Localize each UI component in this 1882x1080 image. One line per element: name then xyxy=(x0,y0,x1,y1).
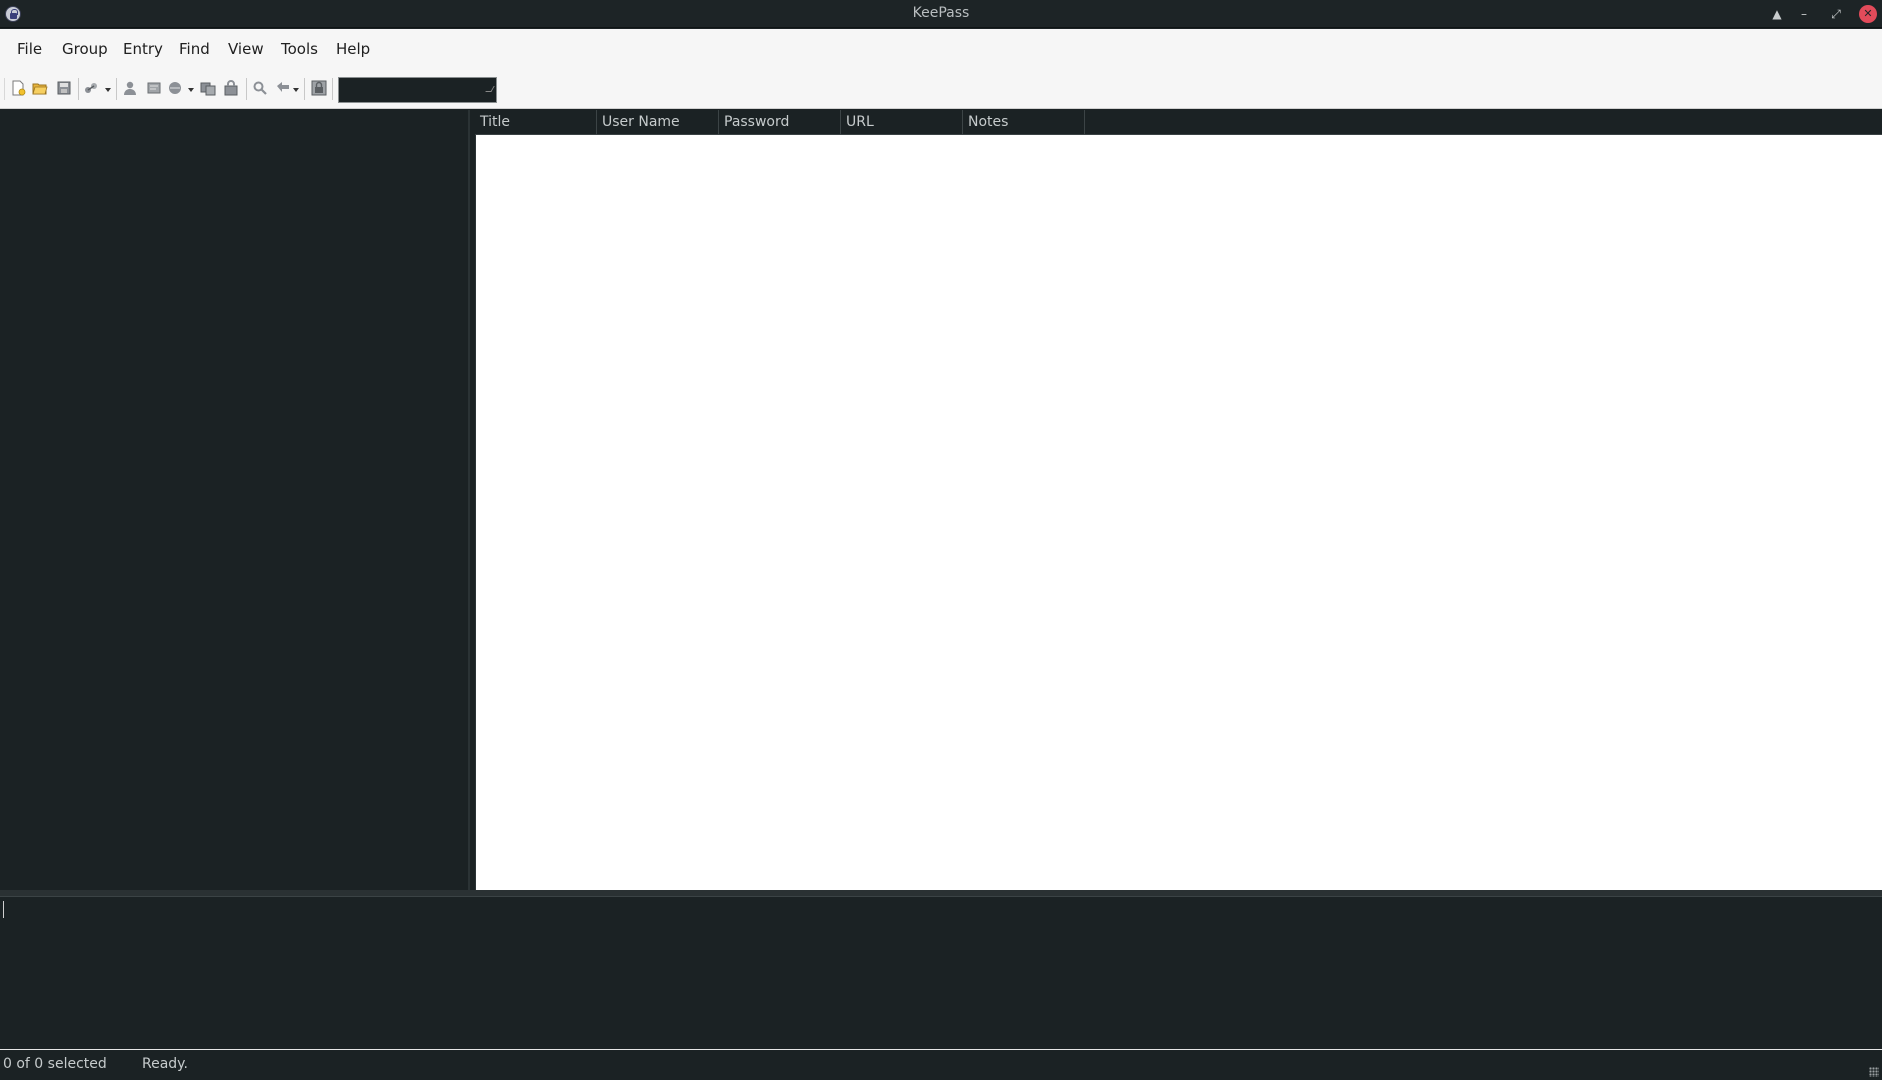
copy-password-icon[interactable] xyxy=(223,80,239,96)
status-message: Ready. xyxy=(142,1056,188,1072)
save-database-icon[interactable] xyxy=(56,80,72,96)
entry-details-panel[interactable] xyxy=(0,896,1882,1049)
window-title: KeePass xyxy=(912,5,970,21)
selection-status: 0 of 0 selected xyxy=(3,1056,107,1072)
minimize-icon[interactable]: – xyxy=(1795,5,1813,23)
column-notes[interactable]: Notes xyxy=(963,110,1085,135)
toolbar-separator xyxy=(304,78,305,100)
toolbar xyxy=(0,69,1882,109)
menu-find[interactable]: Find xyxy=(179,40,210,58)
toolbar-separator xyxy=(246,78,247,100)
lock-workspace-icon[interactable] xyxy=(311,80,327,96)
group-tree[interactable] xyxy=(0,110,470,890)
column-user-name[interactable]: User Name xyxy=(597,110,719,135)
entry-dropdown-icon[interactable] xyxy=(188,88,194,92)
find-icon[interactable] xyxy=(252,80,268,96)
column-title[interactable]: Title xyxy=(475,110,597,135)
title-bar: KeePass ▲ – ⤢ ✕ xyxy=(0,0,1882,28)
menu-file[interactable]: File xyxy=(17,40,42,58)
auto-type-dropdown-icon[interactable] xyxy=(293,88,299,92)
status-bar xyxy=(0,1049,1882,1080)
toolbar-separator xyxy=(78,78,79,100)
column-url[interactable]: URL xyxy=(841,110,963,135)
menu-group[interactable]: Group xyxy=(62,40,108,58)
open-database-icon[interactable] xyxy=(32,80,48,96)
menu-entry[interactable]: Entry xyxy=(123,40,163,58)
copy-username-icon[interactable] xyxy=(200,80,216,96)
entry-list-header: Title User Name Password URL Notes xyxy=(475,110,1882,135)
text-cursor xyxy=(3,901,4,918)
keep-above-icon[interactable]: ▲ xyxy=(1768,5,1786,23)
column-password[interactable]: Password xyxy=(719,110,841,135)
close-icon[interactable]: ✕ xyxy=(1859,5,1877,23)
sync-dropdown-icon[interactable] xyxy=(105,88,111,92)
menu-help[interactable]: Help xyxy=(336,40,370,58)
new-database-icon[interactable] xyxy=(10,80,26,96)
toolbar-separator xyxy=(332,78,333,100)
edit-entry-icon[interactable] xyxy=(146,80,162,96)
menu-bar: File Group Entry Find View Tools Help xyxy=(0,29,1882,69)
add-entry-icon[interactable] xyxy=(122,80,138,96)
quick-search-input[interactable] xyxy=(338,77,497,103)
menu-tools[interactable]: Tools xyxy=(281,40,318,58)
toolbar-separator xyxy=(116,78,117,100)
entry-list[interactable] xyxy=(475,110,1882,890)
menu-view[interactable]: View xyxy=(228,40,264,58)
maximize-icon[interactable]: ⤢ xyxy=(1827,5,1845,23)
toolbar-grip xyxy=(4,78,5,100)
window-resize-grip[interactable] xyxy=(1869,1067,1879,1077)
auto-type-icon[interactable] xyxy=(275,80,291,96)
delete-entry-icon[interactable] xyxy=(167,80,183,96)
sync-icon[interactable] xyxy=(83,80,99,96)
